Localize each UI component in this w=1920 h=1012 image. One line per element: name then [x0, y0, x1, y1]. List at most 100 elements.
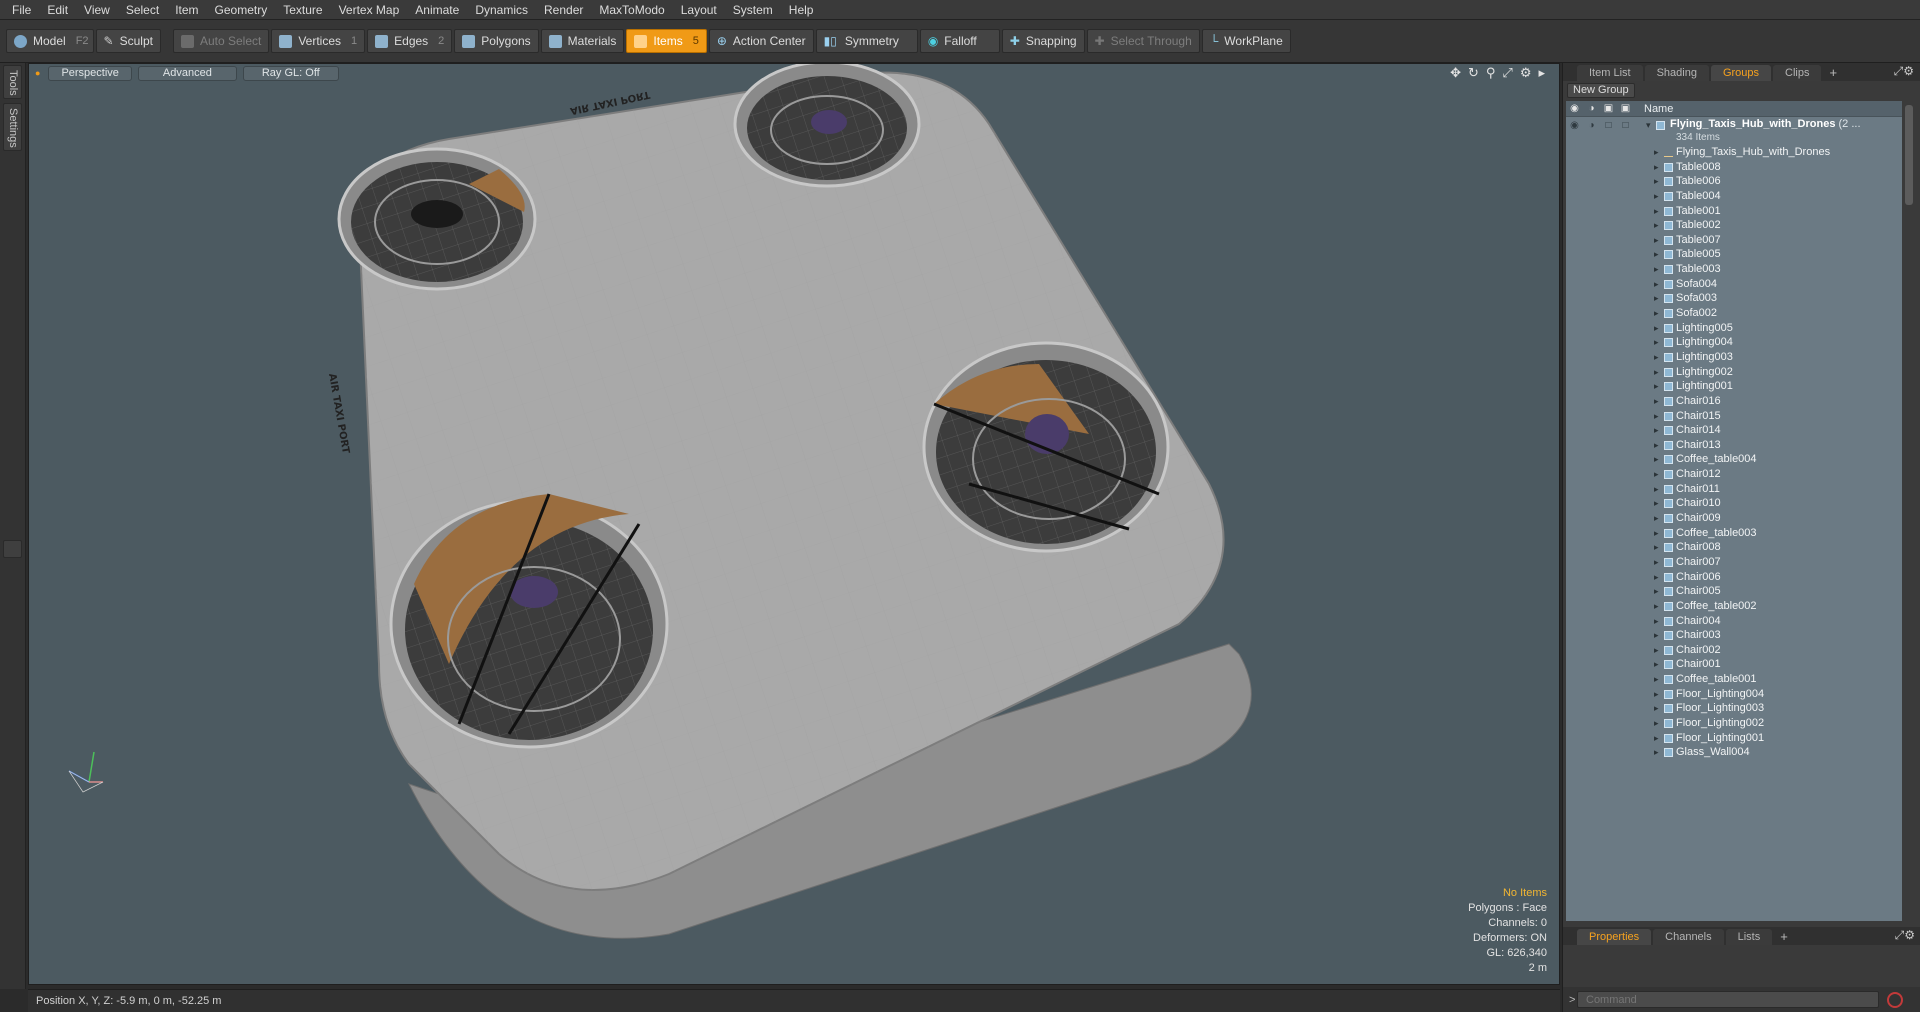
list-item[interactable]: ▸ Floor_Lighting003	[1566, 701, 1902, 716]
list-item[interactable]: ▸ Chair015	[1566, 409, 1902, 424]
expand-arrow-icon[interactable]: ▸	[1654, 557, 1659, 568]
expand-arrow-icon[interactable]: ▸	[1654, 528, 1659, 539]
expand-arrow-icon[interactable]: ▸	[1654, 440, 1659, 451]
menu-help[interactable]: Help	[781, 0, 822, 20]
collapse-handle[interactable]	[3, 540, 22, 558]
expand-arrow-icon[interactable]: ▸	[1654, 703, 1659, 714]
expand-arrow-icon[interactable]: ▸	[1654, 162, 1659, 173]
list-item[interactable]: ▸ Lighting002	[1566, 365, 1902, 380]
list-item[interactable]: ▸ Table002	[1566, 218, 1902, 233]
expand-arrow-icon[interactable]: ▸	[1654, 747, 1659, 758]
expand-arrow-icon[interactable]: ▸	[1654, 367, 1659, 378]
expand-arrow-icon[interactable]: ▸	[1654, 279, 1659, 290]
select-toggle[interactable]: □	[1617, 120, 1634, 131]
list-item[interactable]: ▸ Chair004	[1566, 614, 1902, 629]
expand-arrow-icon[interactable]: ▸	[1654, 645, 1659, 656]
expand-arrow-icon[interactable]: ▸	[1654, 264, 1659, 275]
shading-dropdown[interactable]: Advanced	[137, 65, 237, 81]
expand-arrow-icon[interactable]: ▸	[1654, 337, 1659, 348]
eye-icon[interactable]: ◉	[1566, 120, 1583, 131]
list-item[interactable]: ▸ Floor_Lighting002	[1566, 716, 1902, 731]
expand-arrow-icon[interactable]: ▸	[1654, 147, 1659, 158]
list-item[interactable]: ▸ Lighting001	[1566, 379, 1902, 394]
expand-arrow-icon[interactable]: ▸	[1654, 411, 1659, 422]
list-item[interactable]: ▸ Coffee_table001	[1566, 672, 1902, 687]
list-item[interactable]: ▸ Table006	[1566, 174, 1902, 189]
list-item[interactable]: ▸ Chair014	[1566, 423, 1902, 438]
tab-item-list[interactable]: Item List	[1577, 65, 1643, 81]
list-item[interactable]: ▸ Table004	[1566, 189, 1902, 204]
expand-arrow-icon[interactable]: ▸	[1654, 586, 1659, 597]
expand-icon[interactable]: ⤢⚙	[1894, 64, 1914, 79]
list-item[interactable]: ▸ Sofa003	[1566, 291, 1902, 306]
list-item[interactable]: ▸ Glass_Wall004	[1566, 745, 1902, 760]
list-item[interactable]: ▸ Chair011	[1566, 482, 1902, 497]
rotate-view-icon[interactable]: ↻	[1468, 66, 1479, 80]
scroll-thumb[interactable]	[1905, 105, 1913, 205]
auto-select-button[interactable]: Auto Select	[172, 29, 270, 53]
list-item[interactable]: ▸ Chair016	[1566, 394, 1902, 409]
tab-properties[interactable]: Properties	[1577, 929, 1652, 945]
list-item[interactable]: ▸ Lighting003	[1566, 350, 1902, 365]
viewport-menu-icon[interactable]: ●	[35, 68, 40, 78]
list-item[interactable]: ▸ Sofa004	[1566, 277, 1902, 292]
menu-system[interactable]: System	[725, 0, 781, 20]
expand-arrow-icon[interactable]: ▸	[1654, 674, 1659, 685]
list-item[interactable]: ▸ Table001	[1566, 204, 1902, 219]
polygons-button[interactable]: Polygons	[454, 29, 539, 53]
menu-select[interactable]: Select	[118, 0, 167, 20]
expand-arrow-icon[interactable]: ▸	[1654, 191, 1659, 202]
tab-groups[interactable]: Groups	[1710, 65, 1772, 81]
tab-clips[interactable]: Clips	[1773, 65, 1822, 81]
groups-tree[interactable]: ◉ ◑ ▣ ▣ Name ◉ ◑ □ □ ▾ Flying_Taxis_Hub_…	[1566, 101, 1902, 921]
tab-settings[interactable]: Settings	[3, 103, 22, 151]
expand-arrow-icon[interactable]: ▸	[1654, 498, 1659, 509]
menu-animate[interactable]: Animate	[407, 0, 467, 20]
menu-layout[interactable]: Layout	[673, 0, 725, 20]
menu-file[interactable]: File	[0, 0, 39, 20]
lock-icon[interactable]: ▣	[1600, 103, 1617, 114]
expand-icon[interactable]: ⤢⚙	[1895, 928, 1915, 943]
expand-arrow-icon[interactable]: ▸	[1654, 484, 1659, 495]
expand-arrow-icon[interactable]: ▸	[1654, 513, 1659, 524]
expand-arrow-icon[interactable]: ▸	[1654, 206, 1659, 217]
falloff-button[interactable]: ◉ Falloff	[919, 29, 1000, 53]
menu-texture[interactable]: Texture	[275, 0, 330, 20]
command-stop-icon[interactable]	[1887, 991, 1903, 1008]
action-center-button[interactable]: ⊕ Action Center	[708, 29, 814, 53]
expand-arrow-icon[interactable]: ▸	[1654, 308, 1659, 319]
expand-arrow-icon[interactable]: ▸	[1654, 689, 1659, 700]
menu-render[interactable]: Render	[536, 0, 591, 20]
list-item[interactable]: ▸ Sofa002	[1566, 306, 1902, 321]
edges-button[interactable]: Edges 2	[367, 29, 453, 53]
expand-arrow-icon[interactable]: ▸	[1654, 454, 1659, 465]
list-item[interactable]: ▸ Chair008	[1566, 540, 1902, 555]
expand-arrow-icon[interactable]: ▸	[1654, 381, 1659, 392]
add-tab-icon[interactable]: +	[1823, 65, 1843, 81]
move-view-icon[interactable]: ✥	[1450, 66, 1461, 80]
menu-edit[interactable]: Edit	[39, 0, 76, 20]
render-icon[interactable]: ◑	[1583, 103, 1600, 114]
play-arrow-icon[interactable]: ▸	[1538, 66, 1545, 80]
fit-view-icon[interactable]: ⤢	[1502, 66, 1512, 80]
collapse-arrow-icon[interactable]: ▾	[1646, 120, 1651, 131]
expand-arrow-icon[interactable]: ▸	[1654, 572, 1659, 583]
list-item[interactable]: ▸ Chair009	[1566, 511, 1902, 526]
expand-arrow-icon[interactable]: ▸	[1654, 425, 1659, 436]
list-item[interactable]: ▸ Chair002	[1566, 643, 1902, 658]
tab-lists[interactable]: Lists	[1725, 929, 1773, 945]
list-item[interactable]: ▸ Flying_Taxis_Hub_with_Drones	[1566, 145, 1902, 160]
expand-arrow-icon[interactable]: ▸	[1654, 323, 1659, 334]
list-item[interactable]: ▸ Coffee_table003	[1566, 526, 1902, 541]
menu-view[interactable]: View	[76, 0, 118, 20]
list-item[interactable]: ▸ Table007	[1566, 233, 1902, 248]
snapping-button[interactable]: ✚ Snapping	[1001, 29, 1085, 53]
expand-arrow-icon[interactable]: ▸	[1654, 352, 1659, 363]
workplane-button[interactable]: └ WorkPlane	[1201, 29, 1291, 53]
tree-scrollbar[interactable]	[1903, 103, 1915, 919]
list-item[interactable]: ▸ Chair012	[1566, 467, 1902, 482]
model-button[interactable]: Model F2	[6, 29, 94, 53]
gear-icon[interactable]: ⚙	[1520, 66, 1532, 80]
list-item[interactable]: ▸ Chair010	[1566, 496, 1902, 511]
list-item[interactable]: ▸ Chair007	[1566, 555, 1902, 570]
